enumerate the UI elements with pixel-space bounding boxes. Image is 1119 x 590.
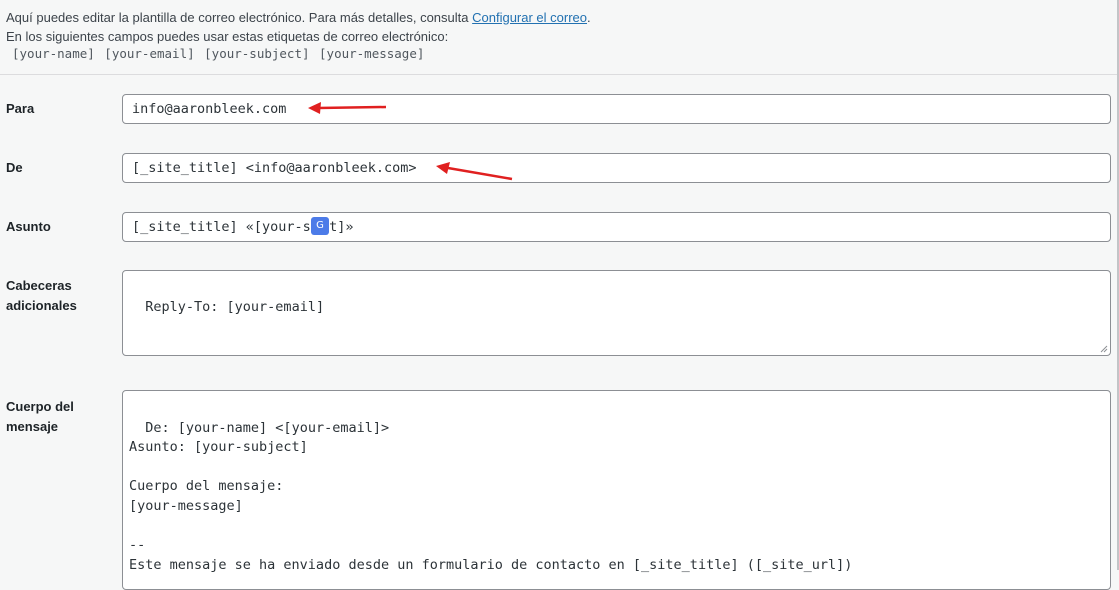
subject-field[interactable]: [_site_title] «[your-suGct]» bbox=[122, 212, 1111, 242]
message-body-label-line2: mensaje bbox=[6, 419, 59, 434]
to-field[interactable]: info@aaronbleek.com bbox=[122, 94, 1111, 124]
subject-value-start: [_site_title] «[your-su bbox=[132, 219, 319, 235]
intro-line-1-suffix: . bbox=[587, 10, 591, 25]
additional-headers-label: Cabeceras adicionales bbox=[6, 276, 77, 316]
configure-mail-link[interactable]: Configurar el correo bbox=[472, 10, 587, 25]
red-annotation-arrow-icon bbox=[436, 162, 513, 181]
resize-handle-icon[interactable] bbox=[1100, 345, 1108, 353]
message-body-label-line1: Cuerpo del bbox=[6, 399, 74, 414]
message-body-value: De: [your-name] <[your-email]> Asunto: [… bbox=[129, 419, 853, 573]
additional-headers-label-line1: Cabeceras bbox=[6, 278, 72, 293]
message-body-label: Cuerpo del mensaje bbox=[6, 397, 74, 437]
from-field-value: [_site_title] <info@aaronbleek.com> bbox=[132, 160, 417, 176]
to-field-value: info@aaronbleek.com bbox=[132, 101, 287, 117]
intro-line-1-text: Aquí puedes editar la plantilla de corre… bbox=[6, 10, 469, 25]
additional-headers-label-line2: adicionales bbox=[6, 298, 77, 313]
intro-line-2: En los siguientes campos puedes usar est… bbox=[6, 29, 449, 44]
google-translate-icon[interactable]: G bbox=[310, 217, 329, 235]
additional-headers-textarea[interactable]: Reply-To: [your-email] bbox=[122, 270, 1111, 356]
message-body-textarea[interactable]: De: [your-name] <[your-email]> Asunto: [… bbox=[122, 390, 1111, 590]
from-label: De bbox=[6, 160, 23, 175]
red-annotation-arrow-icon bbox=[308, 102, 387, 114]
intro-line-1: Aquí puedes editar la plantilla de corre… bbox=[6, 8, 591, 27]
additional-headers-value: Reply-To: [your-email] bbox=[145, 299, 325, 315]
section-divider bbox=[0, 74, 1119, 75]
from-field[interactable]: [_site_title] <info@aaronbleek.com> bbox=[122, 153, 1111, 183]
subject-label: Asunto bbox=[6, 219, 51, 234]
intro-text: Aquí puedes editar la plantilla de corre… bbox=[6, 8, 591, 46]
mail-tags-list: [your-name] [your-email] [your-subject] … bbox=[12, 46, 425, 61]
to-label: Para bbox=[6, 101, 35, 116]
